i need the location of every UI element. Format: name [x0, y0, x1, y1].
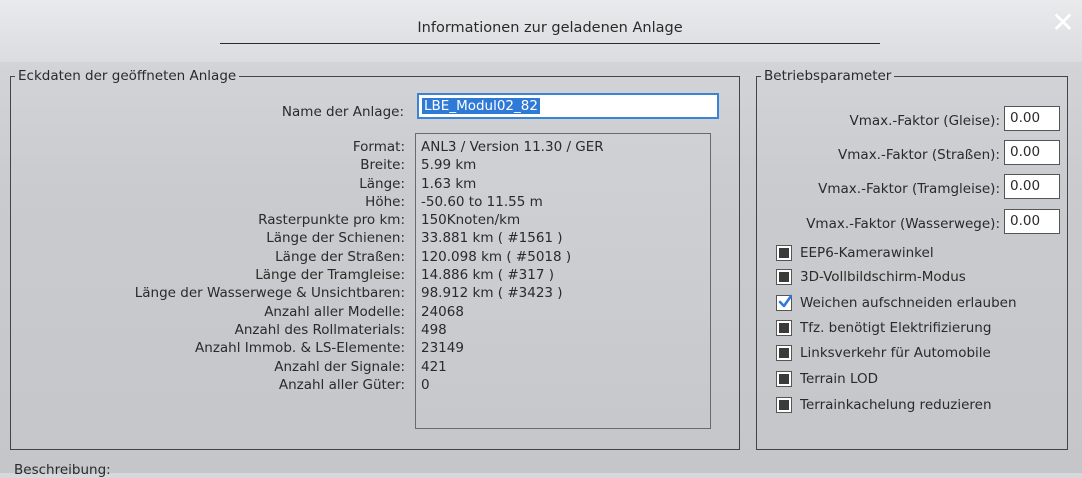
- info-label: Format:: [352, 139, 405, 155]
- option-label: Weichen aufschneiden erlauben: [800, 295, 1017, 311]
- option-label: Tfz. benötigt Elektrifizierung: [800, 320, 992, 336]
- option-tfz-elektrifizierung[interactable]: Tfz. benötigt Elektrifizierung: [776, 317, 991, 339]
- vmax-wasserwege-input[interactable]: 0.00: [1004, 209, 1060, 234]
- info-values: ANL3 / Version 11.30 / GER 5.99 km 1.63 …: [421, 138, 604, 394]
- checkbox-icon[interactable]: [776, 397, 792, 413]
- vmax-gleise-label: Vmax.-Faktor (Gleise):: [849, 113, 1000, 129]
- info-value: 498: [421, 321, 447, 338]
- betriebsparameter-legend: Betriebsparameter: [764, 68, 892, 84]
- info-label: Anzahl aller Güter:: [278, 376, 405, 393]
- eckdaten-legend: Eckdaten der geöffneten Anlage: [18, 68, 237, 84]
- close-icon[interactable]: ✕: [1048, 8, 1078, 38]
- checkbox-icon[interactable]: [776, 245, 792, 261]
- vmax-tramgleise-input[interactable]: 0.00: [1004, 174, 1060, 199]
- name-value: LBE_Modul02_82: [422, 98, 540, 114]
- checkbox-checked-icon[interactable]: [776, 294, 792, 311]
- option-label: Linksverkehr für Automobile: [800, 345, 991, 361]
- vmax-tramgleise-label: Vmax.-Faktor (Tramgleise):: [818, 181, 1000, 197]
- vmax-strassen-label: Vmax.-Faktor (Straßen):: [838, 147, 1000, 163]
- option-label: EEP6-Kamerawinkel: [800, 245, 934, 261]
- option-linksverkehr[interactable]: Linksverkehr für Automobile: [776, 342, 991, 364]
- info-value: 23149: [421, 340, 464, 357]
- info-value: 150Knoten/km: [421, 212, 521, 229]
- info-value: -50.60 to 11.55 m: [421, 193, 543, 210]
- info-label: Länge der Straßen:: [275, 248, 405, 265]
- checkbox-icon[interactable]: [776, 269, 792, 285]
- title-underline: [220, 43, 880, 44]
- info-label: Länge der Wasserwege & Unsichtbaren:: [134, 285, 405, 302]
- vmax-wasserwege-label: Vmax.-Faktor (Wasserwege):: [806, 216, 1000, 232]
- name-input[interactable]: LBE_Modul02_82: [417, 93, 719, 119]
- info-label: Rasterpunkte pro km:: [258, 212, 405, 229]
- info-box: ANL3 / Version 11.30 / GER 5.99 km 1.63 …: [415, 133, 711, 429]
- option-label: Terrainkachelung reduzieren: [800, 397, 992, 413]
- option-label: Terrain LOD: [800, 371, 879, 387]
- info-value: 421: [421, 358, 447, 375]
- info-value: 0: [421, 376, 430, 393]
- option-weichen-aufschneiden[interactable]: Weichen aufschneiden erlauben: [776, 292, 1017, 314]
- info-label: Länge der Tramgleise:: [255, 267, 405, 284]
- option-terrainkachelung[interactable]: Terrainkachelung reduzieren: [776, 394, 992, 416]
- name-label: Name der Anlage:: [281, 104, 404, 120]
- option-3d-vollbildschirm[interactable]: 3D-Vollbildschirm-Modus: [776, 266, 966, 288]
- info-label: Länge der Schienen:: [266, 230, 405, 247]
- info-value: 98.912 km ( #3423 ): [421, 285, 563, 302]
- info-label: Breite:: [360, 157, 405, 174]
- info-value: 24068: [421, 303, 464, 320]
- checkmark-icon: [778, 294, 792, 308]
- info-label: Anzahl aller Modelle:: [264, 303, 405, 320]
- info-value: 14.886 km ( #317 ): [421, 267, 554, 284]
- info-label: Höhe:: [365, 193, 405, 210]
- info-labels: Format: Breite: Länge: Höhe: Rasterpunkt…: [60, 138, 405, 394]
- window-title: Informationen zur geladenen Anlage: [417, 20, 683, 36]
- checkbox-icon[interactable]: [776, 371, 792, 387]
- beschreibung-label: Beschreibung:: [14, 462, 111, 478]
- info-label: Länge:: [359, 175, 405, 192]
- vmax-strassen-input[interactable]: 0.00: [1004, 140, 1060, 165]
- info-label: Anzahl des Rollmaterials:: [234, 321, 405, 338]
- info-value: 120.098 km ( #5018 ): [421, 248, 572, 265]
- checkbox-icon[interactable]: [776, 345, 792, 361]
- option-eep6-kamerawinkel[interactable]: EEP6-Kamerawinkel: [776, 242, 934, 264]
- info-value: ANL3 / Version 11.30 / GER: [421, 139, 604, 155]
- info-value: 5.99 km: [421, 157, 477, 174]
- title-bar: Informationen zur geladenen Anlage ✕: [0, 0, 1082, 62]
- vmax-gleise-input[interactable]: 0.00: [1004, 106, 1060, 131]
- option-label: 3D-Vollbildschirm-Modus: [800, 269, 966, 285]
- option-terrain-lod[interactable]: Terrain LOD: [776, 368, 878, 390]
- info-value: 33.881 km ( #1561 ): [421, 230, 563, 247]
- info-value: 1.63 km: [421, 175, 477, 192]
- checkbox-icon[interactable]: [776, 320, 792, 336]
- info-label: Anzahl Immob. & LS-Elemente:: [195, 340, 405, 357]
- info-label: Anzahl der Signale:: [274, 358, 405, 375]
